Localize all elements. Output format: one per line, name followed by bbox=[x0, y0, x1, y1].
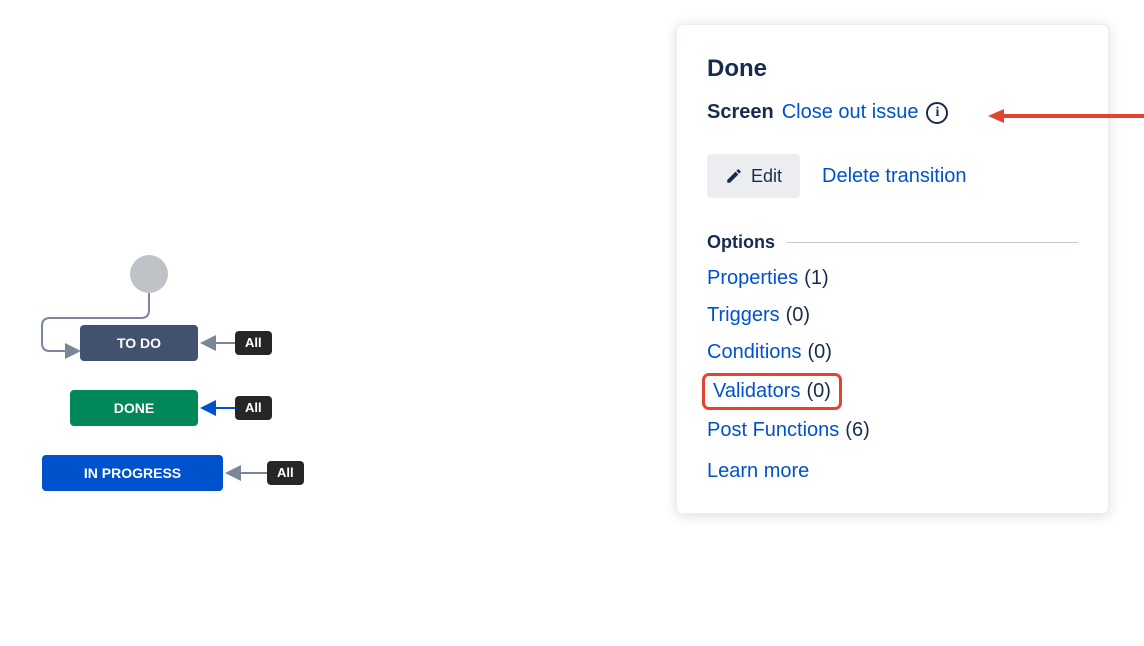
status-label: TO DO bbox=[117, 335, 161, 351]
option-link-properties[interactable]: Properties bbox=[707, 267, 798, 290]
transition-title: Done bbox=[707, 55, 1078, 83]
option-validators: Validators (0) bbox=[707, 378, 837, 405]
transition-details-panel: Done Screen Close out issue i Edit Delet… bbox=[676, 24, 1109, 514]
divider bbox=[787, 242, 1078, 243]
workflow-diagram: TO DO DONE IN PROGRESS All All All bbox=[30, 240, 390, 540]
option-link-validators[interactable]: Validators bbox=[713, 380, 800, 403]
option-properties: Properties (1) bbox=[707, 267, 1078, 290]
pencil-icon bbox=[725, 167, 743, 185]
option-conditions: Conditions (0) bbox=[707, 341, 1078, 364]
option-triggers: Triggers (0) bbox=[707, 304, 1078, 327]
learn-more-link[interactable]: Learn more bbox=[707, 460, 1078, 483]
status-node-todo[interactable]: TO DO bbox=[80, 325, 198, 361]
transition-actions: Edit Delete transition bbox=[707, 154, 1078, 198]
status-node-done[interactable]: DONE bbox=[70, 390, 198, 426]
option-link-conditions[interactable]: Conditions bbox=[707, 341, 802, 364]
edit-button-label: Edit bbox=[751, 166, 782, 187]
option-count: (0) bbox=[808, 341, 832, 364]
info-icon[interactable]: i bbox=[926, 102, 948, 124]
options-list: Properties (1) Triggers (0) Conditions (… bbox=[707, 267, 1078, 483]
global-transition-pill-in-progress[interactable]: All bbox=[267, 461, 304, 485]
option-link-triggers[interactable]: Triggers bbox=[707, 304, 780, 327]
status-label: IN PROGRESS bbox=[84, 465, 181, 481]
options-heading-label: Options bbox=[707, 232, 775, 253]
annotation-arrow-icon bbox=[988, 106, 1144, 126]
option-link-post-functions[interactable]: Post Functions bbox=[707, 419, 839, 442]
screen-link[interactable]: Close out issue bbox=[782, 101, 919, 124]
option-count: (1) bbox=[804, 267, 828, 290]
option-post-functions: Post Functions (6) bbox=[707, 419, 1078, 442]
global-transition-pill-done[interactable]: All bbox=[235, 396, 272, 420]
option-count: (0) bbox=[806, 380, 830, 403]
status-node-in-progress[interactable]: IN PROGRESS bbox=[42, 455, 223, 491]
workflow-editor-canvas: TO DO DONE IN PROGRESS All All All Done … bbox=[0, 0, 1144, 646]
edit-button[interactable]: Edit bbox=[707, 154, 800, 198]
option-count: (6) bbox=[845, 419, 869, 442]
status-label: DONE bbox=[114, 400, 154, 416]
options-heading: Options bbox=[707, 232, 1078, 253]
global-transition-pill-todo[interactable]: All bbox=[235, 331, 272, 355]
screen-label: Screen bbox=[707, 101, 774, 124]
delete-transition-link[interactable]: Delete transition bbox=[822, 165, 967, 188]
option-count: (0) bbox=[786, 304, 810, 327]
